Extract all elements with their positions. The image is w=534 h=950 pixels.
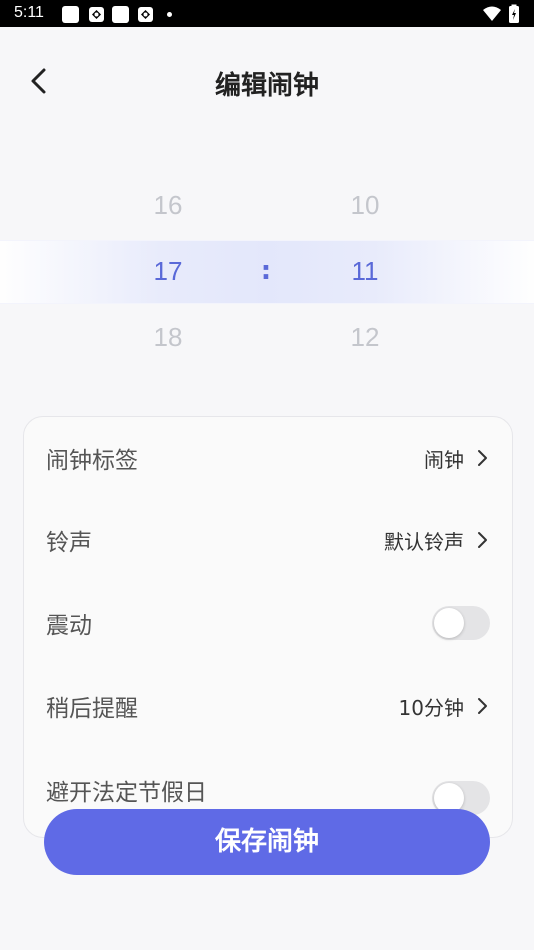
- skip-holidays-label: 避开法定节假日: [46, 780, 207, 806]
- chevron-right-icon: [478, 450, 487, 466]
- alarm-label-value: 闹钟: [424, 448, 464, 472]
- more-notifications-icon: [167, 12, 172, 17]
- chevron-right-icon: [478, 532, 487, 548]
- snooze-row[interactable]: 稍后提醒 10分钟: [24, 675, 512, 735]
- vibration-row: 震动: [24, 592, 512, 652]
- page-title: 编辑闹钟: [214, 71, 319, 101]
- vibration-label: 震动: [46, 613, 92, 639]
- notification-icon: [62, 6, 79, 23]
- chevron-right-icon: [478, 698, 487, 714]
- snooze-value: 10分钟: [398, 696, 464, 720]
- wifi-icon: [483, 6, 501, 21]
- hour-selected[interactable]: 17: [128, 256, 208, 287]
- ringtone-label: 铃声: [46, 530, 92, 556]
- battery-icon: [509, 4, 519, 23]
- alarm-label-row[interactable]: 闹钟标签 闹钟: [24, 427, 512, 487]
- hour-next[interactable]: 18: [128, 322, 208, 353]
- minute-next[interactable]: 12: [325, 322, 405, 353]
- status-time: 5:11: [14, 4, 44, 21]
- save-alarm-button[interactable]: 保存闹钟: [44, 809, 490, 875]
- minute-selected[interactable]: 11: [325, 256, 405, 287]
- time-separator: :: [260, 256, 272, 286]
- hour-prev[interactable]: 16: [128, 190, 208, 221]
- vibration-toggle[interactable]: [432, 606, 490, 640]
- app-notification-icon: [89, 7, 104, 22]
- app-notification-icon: [138, 7, 153, 22]
- ringtone-row[interactable]: 铃声 默认铃声: [24, 509, 512, 569]
- time-picker[interactable]: 16 17 18 : 10 11 12: [0, 170, 534, 370]
- ringtone-value: 默认铃声: [384, 530, 464, 554]
- toggle-knob: [434, 608, 464, 638]
- notification-icon: [112, 6, 129, 23]
- minute-prev[interactable]: 10: [325, 190, 405, 221]
- alarm-label-label: 闹钟标签: [46, 448, 138, 474]
- status-bar: 5:11: [0, 0, 534, 27]
- snooze-label: 稍后提醒: [46, 696, 138, 722]
- settings-card: 闹钟标签 闹钟 铃声 默认铃声 震动 稍后提醒 10分钟 避开法定节假日: [23, 416, 513, 838]
- header: 编辑闹钟: [0, 27, 534, 137]
